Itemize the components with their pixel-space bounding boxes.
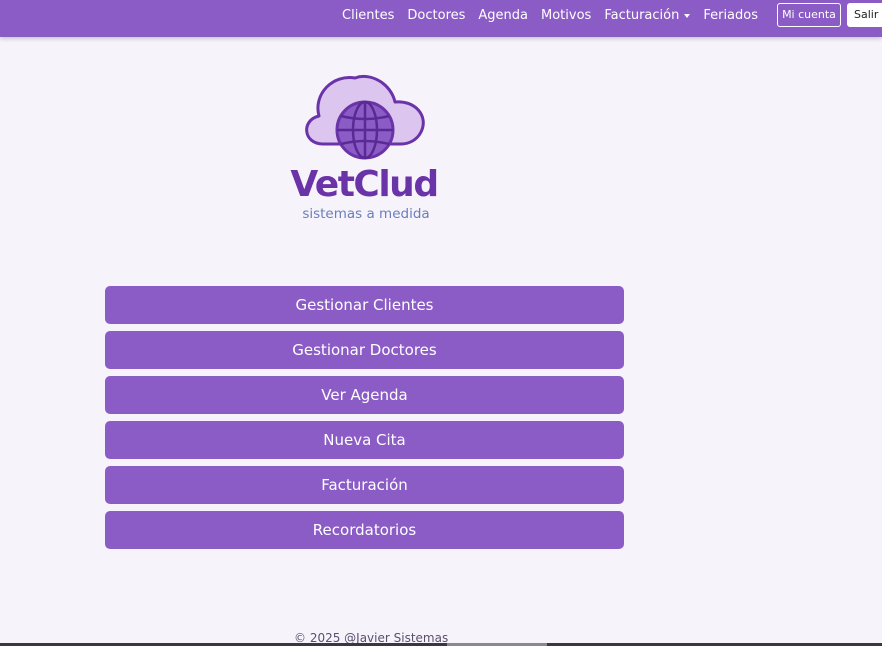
logo-tagline: sistemas a medida [302,206,430,222]
nav-link-agenda[interactable]: Agenda [478,8,528,23]
nav-dropdown-facturacion[interactable]: Facturación [604,8,691,23]
nav-link-motivos[interactable]: Motivos [541,8,591,23]
billing-button[interactable]: Facturación [105,466,624,504]
caret-down-icon [684,13,691,18]
logo-name: VetClud [290,164,439,205]
view-agenda-button[interactable]: Ver Agenda [105,376,624,414]
nav-link-doctores[interactable]: Doctores [407,8,465,23]
logout-button[interactable]: Salir [847,3,882,27]
my-account-button[interactable]: Mi cuenta [777,3,841,27]
manage-doctors-button[interactable]: Gestionar Doctores [105,331,624,369]
nav-link-feriados[interactable]: Feriados [703,8,758,23]
main-menu: Gestionar Clientes Gestionar Doctores Ve… [105,286,624,556]
nav-link-facturacion-label: Facturación [604,8,680,23]
reminders-button[interactable]: Recordatorios [105,511,624,549]
manage-clients-button[interactable]: Gestionar Clientes [105,286,624,324]
logo: VetClud sistemas a medida [283,72,445,228]
nav-links: Clientes Doctores Agenda Motivos Factura… [329,0,758,31]
nav-link-clientes[interactable]: Clientes [342,8,394,23]
navbar: Clientes Doctores Agenda Motivos Factura… [0,0,882,37]
cloud-globe-icon [305,75,425,160]
new-appointment-button[interactable]: Nueva Cita [105,421,624,459]
